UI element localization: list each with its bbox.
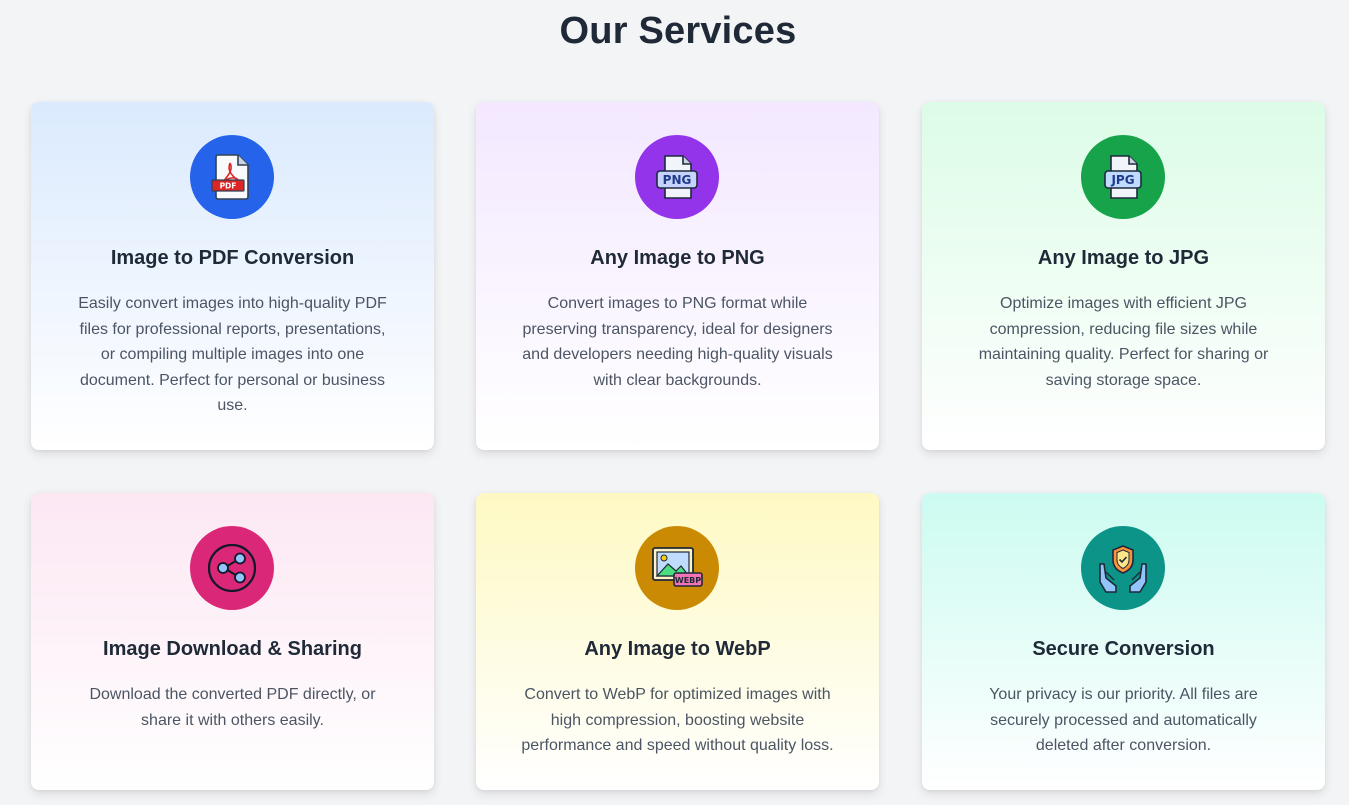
jpg-icon-text: JPG [1110,173,1134,187]
png-file-icon: PNG [635,135,719,219]
card-title: Any Image to PNG [590,247,765,269]
card-description: Easily convert images into high-quality … [78,295,387,414]
card-description: Convert images to PNG format while prese… [522,295,833,389]
card-description: Convert to WebP for optimized images wit… [521,686,834,754]
secure-hands-shield-icon [1081,526,1165,610]
card-description: Optimize images with efficient JPG compr… [978,295,1269,389]
jpg-file-icon: JPG [1081,135,1165,219]
webp-icon-text: WEBP [675,576,701,585]
webp-image-icon: WEBP [635,526,719,610]
pdf-icon-text: PDF [220,182,237,191]
card-title: Any Image to JPG [1037,247,1210,269]
service-card-image-to-pdf[interactable]: PDF Image to PDF Conversion Easily conve… [31,102,434,450]
card-title: Image to PDF Conversion [110,247,355,269]
card-description: Your privacy is our priority. All files … [989,686,1258,754]
card-title: Any Image to WebP [584,638,771,660]
service-card-secure-conversion[interactable]: Secure Conversion Your privacy is our pr… [922,493,1325,790]
service-card-image-to-webp[interactable]: WEBP Any Image to WebP Convert to WebP f… [476,493,879,790]
pdf-file-icon: PDF [190,135,274,219]
card-title: Image Download & Sharing [103,638,362,660]
card-description: Download the converted PDF directly, or … [89,686,376,729]
service-card-download-sharing[interactable]: Image Download & Sharing Download the co… [31,493,434,790]
png-icon-text: PNG [663,173,692,187]
card-title: Secure Conversion [1032,638,1215,660]
page-title: Our Services [559,10,797,52]
share-icon [190,526,274,610]
service-card-image-to-png[interactable]: PNG Any Image to PNG Convert images to P… [476,102,879,450]
service-card-image-to-jpg[interactable]: JPG Any Image to JPG Optimize images wit… [922,102,1325,450]
